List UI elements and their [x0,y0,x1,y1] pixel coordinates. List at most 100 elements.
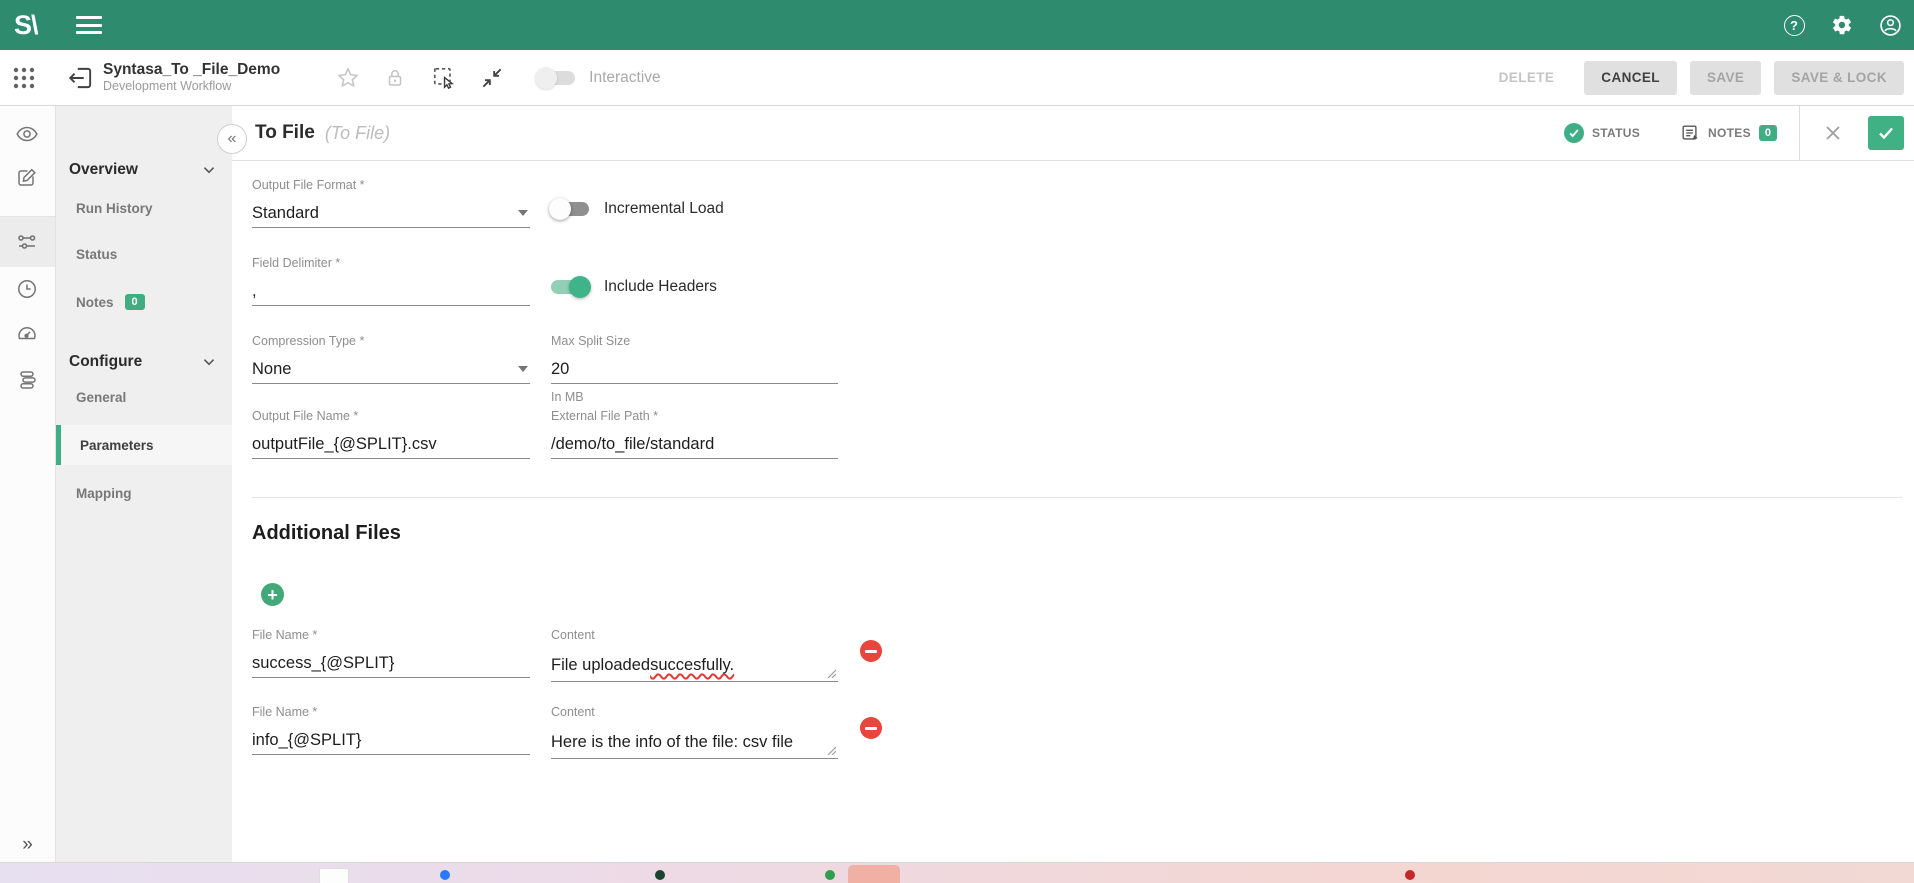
help-icon[interactable]: ? [1782,13,1806,37]
sidebar-item-run-history[interactable]: Run History [76,201,153,216]
content-misspelled-word: succesfully. [650,656,734,675]
gear-icon[interactable] [1830,13,1854,37]
lock-icon[interactable] [383,65,409,91]
output-file-format-select[interactable]: Standard [252,200,530,228]
resize-handle-icon[interactable] [826,668,836,678]
add-file-button[interactable]: + [261,583,284,606]
include-headers-row: Include Headers [551,276,717,298]
notes-memo-icon [1680,123,1700,143]
field-delimiter-value: , [252,282,257,301]
content-value: Here is the info of the file: csv file [551,733,793,752]
interactive-toggle-row: Interactive [537,67,661,89]
cancel-button[interactable]: CANCEL [1584,61,1677,95]
external-file-path-input[interactable]: /demo/to_file/standard [551,431,838,459]
history-clock-icon[interactable] [15,276,41,302]
status-label: Status [76,247,117,262]
taskbar-app-icon[interactable] [440,870,450,880]
content-field: Content File uploaded succesfully. [551,628,838,682]
file-name-value: success_{@SPLIT} [252,654,394,673]
output-file-format-value: Standard [252,204,319,223]
save-and-lock-button[interactable]: SAVE & LOCK [1774,61,1904,95]
output-file-name-input[interactable]: outputFile_{@SPLIT}.csv [252,431,530,459]
edit-compose-icon[interactable] [15,165,41,191]
taskbar-app-icon[interactable] [655,870,665,880]
toolbar-buttons: DELETE CANCEL SAVE SAVE & LOCK [1482,61,1904,95]
taskbar-app-icon[interactable] [825,870,835,880]
output-file-format-field: Output File Format * Standard [252,178,530,228]
content-textarea[interactable]: File uploaded succesfully. [551,650,838,682]
hamburger-menu-icon[interactable] [76,16,102,34]
status-button[interactable]: STATUS [1564,123,1640,143]
max-split-size-label: Max Split Size [551,334,838,349]
workflow-title-block: Syntasa_To _File_Demo Development Workfl… [103,60,280,95]
workflow-title: Syntasa_To _File_Demo [103,60,280,79]
dashboard-gauge-icon[interactable] [15,321,41,347]
nav-section-overview[interactable]: Overview [69,160,219,180]
dropdown-caret-icon[interactable] [518,210,528,216]
dropdown-caret-icon[interactable] [518,366,528,372]
profile-icon[interactable] [1878,13,1902,37]
status-check-icon [1564,123,1584,143]
file-name-input[interactable]: success_{@SPLIT} [252,650,530,678]
field-delimiter-input[interactable]: , [252,278,530,306]
toolbar-icons [335,65,505,91]
os-taskbar[interactable] [0,862,1914,883]
taskbar-widget[interactable] [319,868,349,883]
datasets-layers-icon[interactable] [15,367,41,393]
close-icon[interactable] [1824,122,1846,144]
remove-file-button[interactable] [860,717,882,739]
file-name-label: File Name * [252,628,530,643]
sidebar-item-notes[interactable]: Notes 0 [76,294,145,310]
collapse-panel-button[interactable]: « [217,124,247,154]
external-file-path-field: External File Path * /demo/to_file/stand… [551,409,838,459]
workflow-parameters-icon[interactable] [15,229,41,255]
output-file-name-field: Output File Name * outputFile_{@SPLIT}.c… [252,409,530,459]
file-name-input[interactable]: info_{@SPLIT} [252,727,530,755]
expand-rail-icon[interactable]: » [22,834,33,856]
panel-subtitle: (To File) [325,123,390,144]
sidebar-item-parameters[interactable]: Parameters [56,425,232,465]
compression-type-select[interactable]: None [252,356,530,384]
delete-button[interactable]: DELETE [1482,61,1572,95]
notes-label: Notes [76,295,114,310]
max-split-size-input[interactable]: 20 [551,356,838,384]
compression-type-label: Compression Type * [252,334,530,349]
taskbar-app-icon[interactable] [1405,870,1415,880]
apply-check-button[interactable] [1868,116,1904,150]
file-name-label: File Name * [252,705,530,720]
max-split-size-value: 20 [551,360,569,379]
content-textarea[interactable]: Here is the info of the file: csv file [551,727,838,759]
apps-grid-icon[interactable] [11,65,37,91]
include-headers-toggle[interactable] [551,276,589,298]
preview-eye-icon[interactable] [15,121,41,147]
marquee-select-icon[interactable] [431,65,457,91]
parameters-panel: To File (To File) STATUS NOTES 0 [232,106,1914,862]
interactive-label: Interactive [589,69,661,87]
sidebar-item-status[interactable]: Status [76,247,117,262]
status-button-label: STATUS [1592,126,1640,140]
resize-handle-icon[interactable] [826,745,836,755]
incremental-load-toggle[interactable] [551,198,589,220]
nav-section-configure[interactable]: Configure [69,352,219,372]
field-delimiter-label: Field Delimiter * [252,256,530,271]
mapping-label: Mapping [76,486,132,501]
left-icon-rail: » [0,106,56,862]
chevron-down-icon [199,160,219,180]
taskbar-active-app[interactable] [848,865,900,883]
back-to-workflow-icon[interactable] [67,64,95,92]
sidebar-item-mapping[interactable]: Mapping [76,486,132,501]
chevron-down-icon [199,352,219,372]
app-window: S\ ? Syntasa_To _File_Demo Development W… [0,0,1914,883]
notes-button[interactable]: NOTES 0 [1680,123,1777,143]
help-glyph: ? [1784,15,1805,36]
external-file-path-value: /demo/to_file/standard [551,435,714,454]
favorite-star-icon[interactable] [335,65,361,91]
save-button[interactable]: SAVE [1690,61,1761,95]
workflow-subtitle: Development Workflow [103,79,280,95]
remove-file-button[interactable] [860,640,882,662]
interactive-toggle[interactable] [537,67,575,89]
panel-title: To File [255,122,315,144]
sidebar-item-general[interactable]: General [76,390,126,405]
section-divider [252,497,1902,498]
collapse-view-icon[interactable] [479,65,505,91]
